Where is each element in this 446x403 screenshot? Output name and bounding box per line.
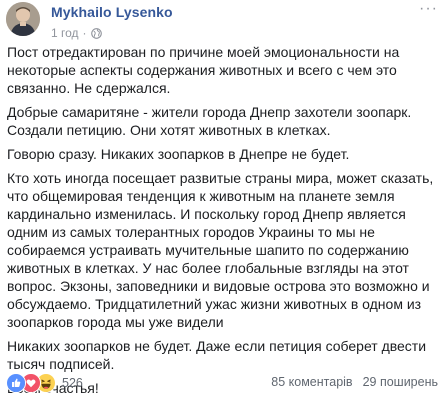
facebook-post: Mykhailo Lysenko 1 год · ··· Пост отреда… xyxy=(0,0,446,400)
reaction-count[interactable]: 526 xyxy=(62,376,83,390)
author-name[interactable]: Mykhailo Lysenko xyxy=(51,4,173,20)
post-timestamp[interactable]: 1 год xyxy=(51,26,79,40)
engagement-stats: 85 коментарів 29 поширень xyxy=(271,375,438,389)
more-options-icon[interactable]: ··· xyxy=(419,1,438,17)
avatar[interactable] xyxy=(6,2,40,36)
like-icon xyxy=(6,373,26,393)
globe-icon[interactable] xyxy=(90,27,102,39)
post-paragraph: Кто хоть иногда посещает развитые страны… xyxy=(7,170,434,330)
meta-separator: · xyxy=(82,26,87,40)
post-paragraph: Пост отредактирован по причине моей эмоц… xyxy=(7,44,400,96)
post-paragraph: Говорю сразу. Никаких зоопарков в Днепре… xyxy=(7,146,350,162)
post-paragraph: Добрые самаритяне - жители города Днепр … xyxy=(7,104,412,138)
post-body: Пост отредактирован по причине моей эмоц… xyxy=(7,43,437,403)
post-paragraph: Никаких зоопарков не будет. Даже если пе… xyxy=(7,338,427,372)
post-meta: 1 год · xyxy=(51,26,102,40)
comments-count-link[interactable]: 85 коментарів xyxy=(271,375,352,389)
reactions-summary[interactable]: 526 xyxy=(6,373,83,393)
shares-count-link[interactable]: 29 поширень xyxy=(363,375,438,389)
